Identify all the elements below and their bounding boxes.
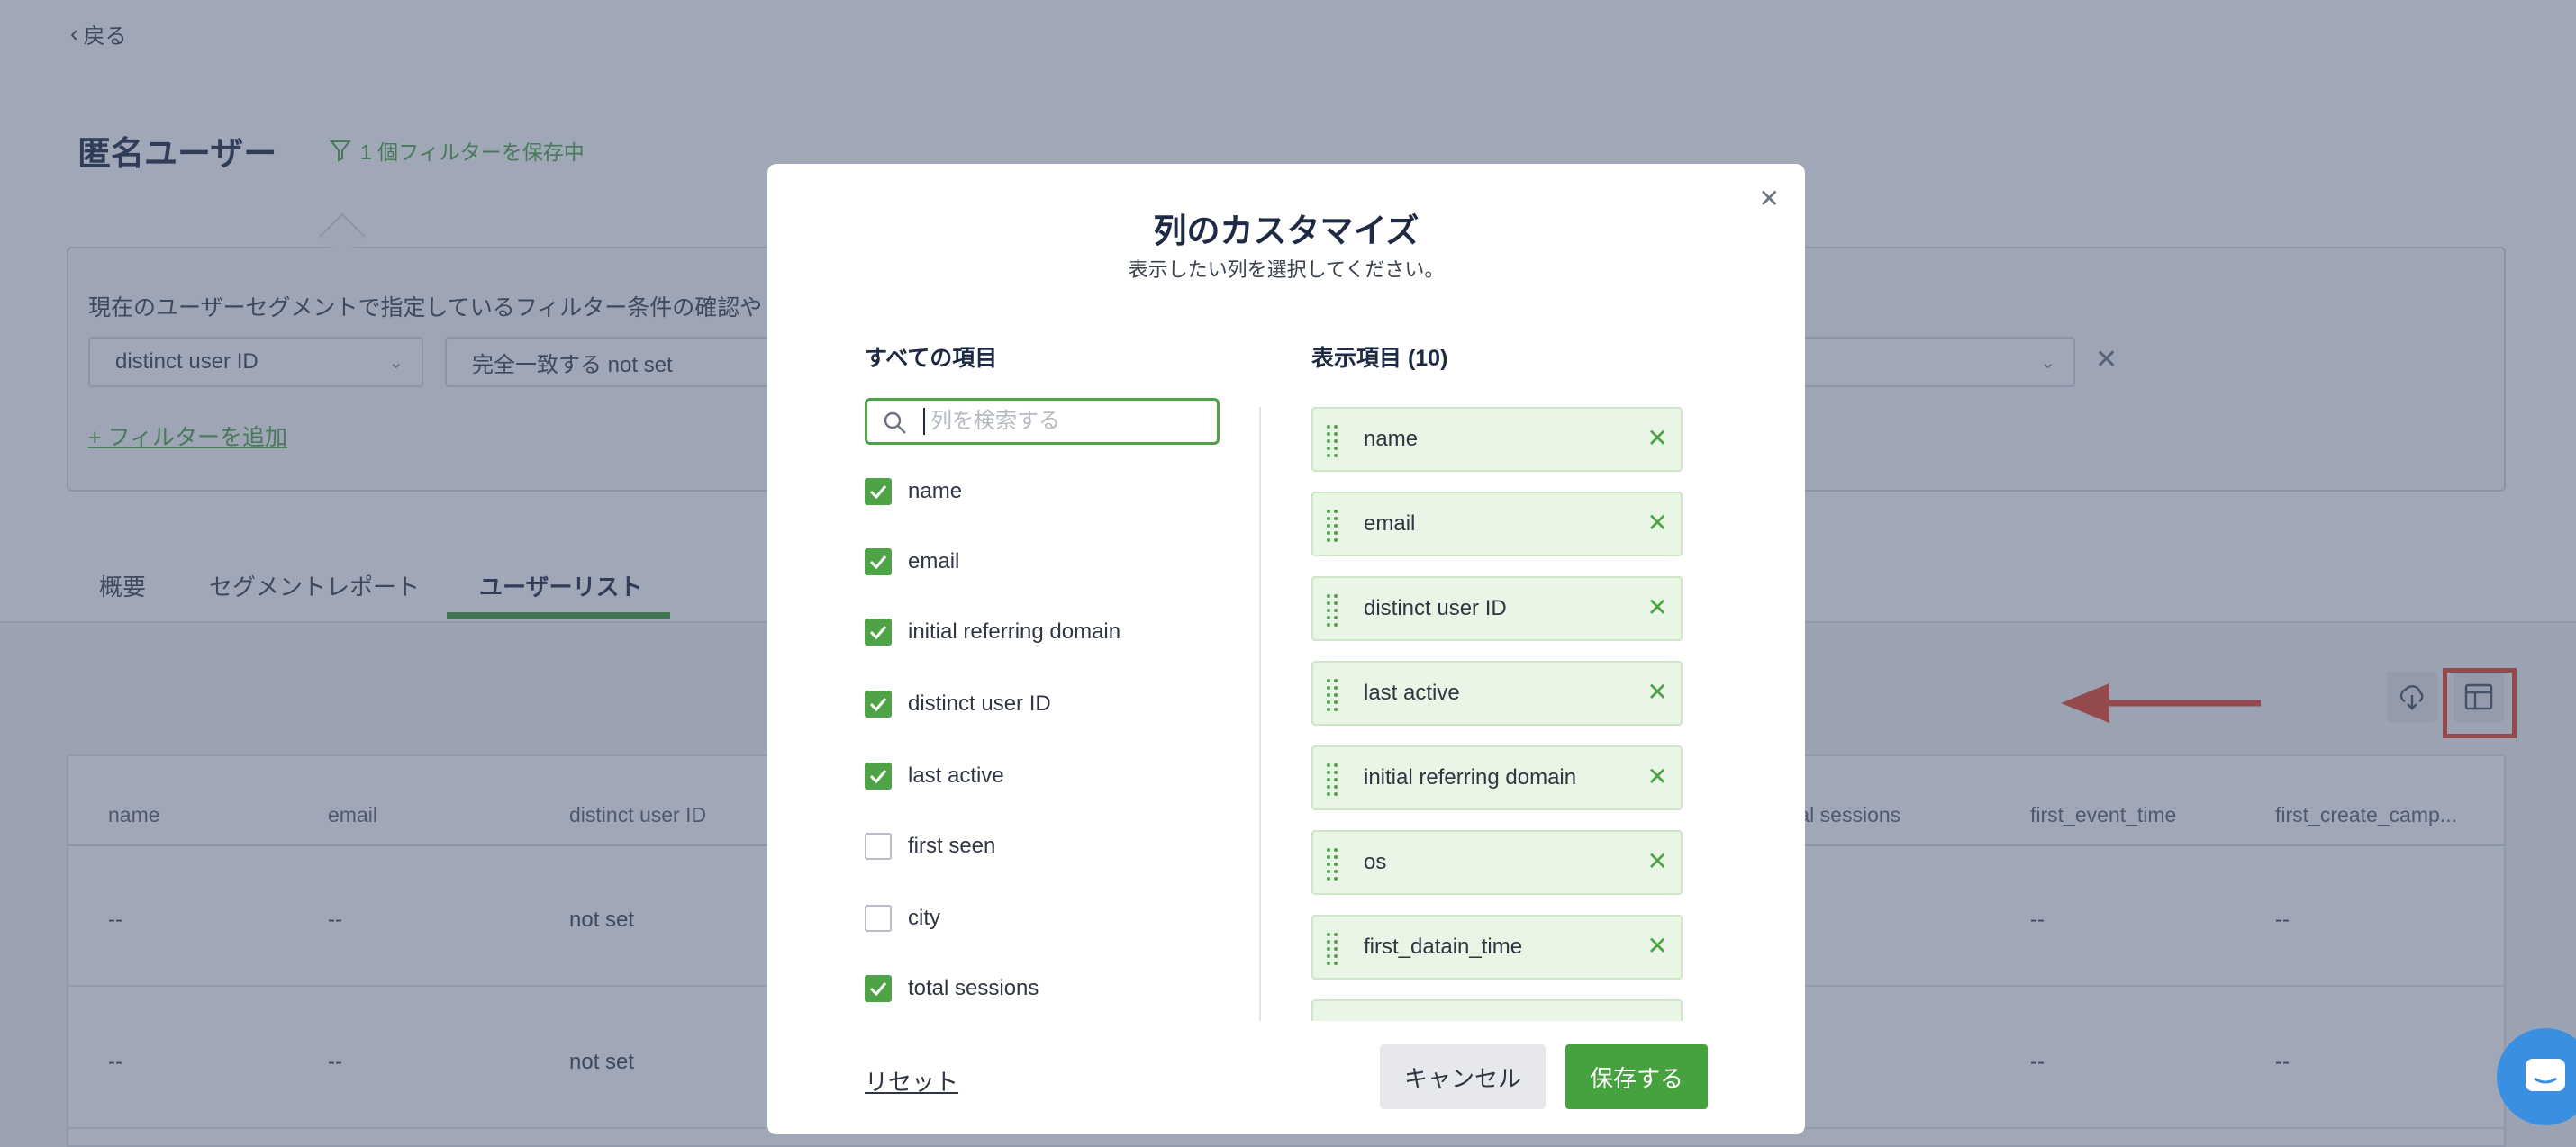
remove-icon[interactable]: ✕	[1647, 592, 1668, 622]
column-option-name[interactable]: name	[865, 474, 962, 510]
checkbox-checked[interactable]	[865, 478, 892, 505]
check-icon	[869, 626, 887, 640]
column-option-label: city	[908, 906, 940, 930]
column-option-email[interactable]: email	[865, 544, 959, 580]
shown-item-label: first_datain_time	[1364, 935, 1523, 959]
drag-handle-icon[interactable]	[1326, 677, 1338, 713]
remove-icon[interactable]: ✕	[1647, 677, 1668, 707]
search-icon	[884, 411, 906, 434]
column-option-label: distinct user ID	[908, 691, 1051, 716]
customize-columns-modal: ✕ 列のカスタマイズ 表示したい列を選択してください。 すべての項目 表示項目 …	[767, 164, 1805, 1134]
check-icon	[869, 698, 887, 712]
column-option-last-active[interactable]: last active	[865, 758, 1004, 794]
drag-handle-icon[interactable]	[1326, 423, 1338, 459]
column-option-label: name	[908, 479, 963, 503]
reset-link[interactable]: リセット	[865, 1064, 958, 1097]
column-option-label: initial referring domain	[908, 619, 1121, 644]
chat-icon	[2526, 1059, 2565, 1091]
shown-item-first-datain-time[interactable]: first_datain_time ✕	[1311, 915, 1683, 980]
column-option-total-sessions[interactable]: total sessions	[865, 971, 1039, 1007]
shown-item-label: os	[1364, 850, 1387, 874]
column-option-initial-referring-domain[interactable]: initial referring domain	[865, 614, 1120, 650]
shown-item-email[interactable]: email ✕	[1311, 492, 1683, 556]
column-option-label: email	[908, 549, 960, 574]
remove-icon[interactable]: ✕	[1647, 508, 1668, 537]
column-option-first-seen[interactable]: first seen	[865, 828, 995, 864]
check-icon	[869, 982, 887, 997]
column-search-field[interactable]	[865, 398, 1220, 445]
column-option-city[interactable]: city	[865, 900, 940, 936]
drag-handle-icon[interactable]	[1326, 592, 1338, 628]
shown-item-initial-referring-domain[interactable]: initial referring domain ✕	[1311, 745, 1683, 810]
column-option-label: last active	[908, 763, 1004, 788]
drag-handle-icon[interactable]	[1326, 931, 1338, 967]
all-items-heading: すべての項目	[865, 346, 998, 371]
modal-title: 列のカスタマイズ	[1153, 212, 1420, 249]
checkbox-checked[interactable]	[865, 975, 892, 1002]
check-icon	[869, 770, 887, 784]
remove-icon[interactable]: ✕	[1647, 846, 1668, 876]
cancel-button[interactable]: キャンセル	[1380, 1044, 1546, 1109]
checkbox-unchecked[interactable]	[865, 833, 892, 860]
column-search-input[interactable]	[923, 408, 1202, 435]
shown-item-label: email	[1364, 511, 1416, 536]
shown-item-last-active[interactable]: last active ✕	[1311, 661, 1683, 726]
shown-item-os[interactable]: os ✕	[1311, 830, 1683, 895]
shown-item-label: distinct user ID	[1364, 596, 1507, 620]
remove-icon[interactable]: ✕	[1647, 931, 1668, 961]
remove-icon[interactable]: ✕	[1647, 762, 1668, 791]
checkbox-checked[interactable]	[865, 619, 892, 646]
column-option-label: first seen	[908, 834, 996, 858]
shown-item-label: last active	[1364, 681, 1460, 705]
column-option-label: total sessions	[908, 976, 1039, 1000]
shown-item-name[interactable]: name ✕	[1311, 407, 1683, 472]
drag-handle-icon[interactable]	[1326, 762, 1338, 798]
shown-item-distinct-user-id[interactable]: distinct user ID ✕	[1311, 576, 1683, 641]
shown-items-heading: 表示項目 (10)	[1311, 346, 1448, 371]
check-icon	[869, 555, 887, 570]
drag-handle-icon[interactable]	[1326, 846, 1338, 882]
check-icon	[869, 485, 887, 500]
checkbox-unchecked[interactable]	[865, 905, 892, 932]
checkbox-checked[interactable]	[865, 548, 892, 575]
modal-subtitle: 表示したい列を選択してください。	[1128, 258, 1445, 281]
shown-item-label: name	[1364, 427, 1419, 451]
save-button[interactable]: 保存する	[1565, 1044, 1708, 1109]
drag-handle-icon[interactable]	[1326, 508, 1338, 544]
column-option-distinct-user-id[interactable]: distinct user ID	[865, 686, 1051, 722]
shown-item-label: initial referring domain	[1364, 765, 1577, 790]
checkbox-checked[interactable]	[865, 691, 892, 718]
shown-item-partial[interactable]	[1311, 999, 1683, 1021]
checkbox-checked[interactable]	[865, 763, 892, 790]
remove-icon[interactable]: ✕	[1647, 423, 1668, 453]
